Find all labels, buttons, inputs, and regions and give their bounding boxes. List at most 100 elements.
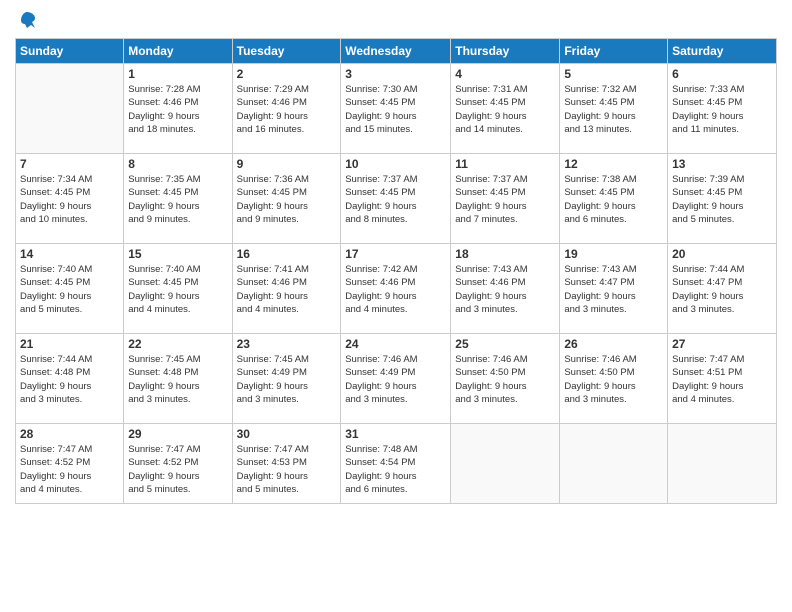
calendar-cell: 2 Sunrise: 7:29 AM Sunset: 4:46 PM Daylig…: [232, 64, 341, 154]
calendar-cell: 3 Sunrise: 7:30 AM Sunset: 4:45 PM Daylig…: [341, 64, 451, 154]
day-info: Sunrise: 7:48 AM Sunset: 4:54 PM Dayligh…: [345, 443, 446, 496]
day-number: 6: [672, 67, 772, 81]
calendar-cell: 11 Sunrise: 7:37 AM Sunset: 4:45 PM Dayli…: [451, 154, 560, 244]
day-number: 16: [237, 247, 337, 261]
day-number: 27: [672, 337, 772, 351]
calendar-cell: 27Sunrise: 7:47 AM Sunset: 4:51 PM Dayli…: [668, 334, 777, 424]
day-number: 8: [128, 157, 227, 171]
day-info: Sunrise: 7:35 AM Sunset: 4:45 PM Dayligh…: [128, 173, 227, 226]
day-info: Sunrise: 7:46 AM Sunset: 4:50 PM Dayligh…: [455, 353, 555, 406]
calendar-header-row: SundayMondayTuesdayWednesdayThursdayFrid…: [16, 39, 777, 64]
calendar-week-row: 21 Sunrise: 7:44 AM Sunset: 4:48 PM Dayli…: [16, 334, 777, 424]
calendar-cell: 25 Sunrise: 7:46 AM Sunset: 4:50 PM Dayli…: [451, 334, 560, 424]
day-info: Sunrise: 7:33 AM Sunset: 4:45 PM Dayligh…: [672, 83, 772, 136]
calendar-header-wednesday: Wednesday: [341, 39, 451, 64]
day-number: 14: [20, 247, 119, 261]
day-number: 5: [564, 67, 663, 81]
calendar-cell: 29 Sunrise: 7:47 AM Sunset: 4:52 PM Dayli…: [124, 424, 232, 504]
day-info: Sunrise: 7:44 AM Sunset: 4:48 PM Dayligh…: [20, 353, 119, 406]
calendar-cell: 28 Sunrise: 7:47 AM Sunset: 4:52 PM Dayli…: [16, 424, 124, 504]
day-info: Sunrise: 7:44 AM Sunset: 4:47 PM Dayligh…: [672, 263, 772, 316]
calendar-week-row: 14 Sunrise: 7:40 AM Sunset: 4:45 PM Dayli…: [16, 244, 777, 334]
day-number: 22: [128, 337, 227, 351]
calendar-cell: 13 Sunrise: 7:39 AM Sunset: 4:45 PM Dayli…: [668, 154, 777, 244]
calendar-cell: 1 Sunrise: 7:28 AM Sunset: 4:46 PM Daylig…: [124, 64, 232, 154]
calendar-cell: 24Sunrise: 7:46 AM Sunset: 4:49 PM Dayli…: [341, 334, 451, 424]
day-info: Sunrise: 7:47 AM Sunset: 4:52 PM Dayligh…: [20, 443, 119, 496]
calendar-header-monday: Monday: [124, 39, 232, 64]
calendar-header-saturday: Saturday: [668, 39, 777, 64]
page: SundayMondayTuesdayWednesdayThursdayFrid…: [0, 0, 792, 612]
day-info: Sunrise: 7:47 AM Sunset: 4:53 PM Dayligh…: [237, 443, 337, 496]
day-number: 9: [237, 157, 337, 171]
logo-bird-icon: [17, 10, 37, 30]
day-number: 12: [564, 157, 663, 171]
day-info: Sunrise: 7:46 AM Sunset: 4:49 PM Dayligh…: [345, 353, 446, 406]
calendar-cell: 31 Sunrise: 7:48 AM Sunset: 4:54 PM Dayli…: [341, 424, 451, 504]
calendar-cell: 12 Sunrise: 7:38 AM Sunset: 4:45 PM Dayli…: [560, 154, 668, 244]
calendar-cell: 16 Sunrise: 7:41 AM Sunset: 4:46 PM Dayli…: [232, 244, 341, 334]
calendar-cell: 23 Sunrise: 7:45 AM Sunset: 4:49 PM Dayli…: [232, 334, 341, 424]
calendar-cell: 8 Sunrise: 7:35 AM Sunset: 4:45 PM Daylig…: [124, 154, 232, 244]
calendar-header-thursday: Thursday: [451, 39, 560, 64]
day-number: 26: [564, 337, 663, 351]
day-info: Sunrise: 7:45 AM Sunset: 4:48 PM Dayligh…: [128, 353, 227, 406]
calendar-week-row: 1 Sunrise: 7:28 AM Sunset: 4:46 PM Daylig…: [16, 64, 777, 154]
calendar-cell: 22 Sunrise: 7:45 AM Sunset: 4:48 PM Dayli…: [124, 334, 232, 424]
calendar-cell: 4 Sunrise: 7:31 AM Sunset: 4:45 PM Daylig…: [451, 64, 560, 154]
calendar-header-sunday: Sunday: [16, 39, 124, 64]
day-number: 23: [237, 337, 337, 351]
day-info: Sunrise: 7:31 AM Sunset: 4:45 PM Dayligh…: [455, 83, 555, 136]
calendar-week-row: 28 Sunrise: 7:47 AM Sunset: 4:52 PM Dayli…: [16, 424, 777, 504]
day-info: Sunrise: 7:39 AM Sunset: 4:45 PM Dayligh…: [672, 173, 772, 226]
day-number: 10: [345, 157, 446, 171]
header: [15, 10, 777, 30]
day-info: Sunrise: 7:37 AM Sunset: 4:45 PM Dayligh…: [345, 173, 446, 226]
day-number: 13: [672, 157, 772, 171]
day-info: Sunrise: 7:47 AM Sunset: 4:52 PM Dayligh…: [128, 443, 227, 496]
day-info: Sunrise: 7:28 AM Sunset: 4:46 PM Dayligh…: [128, 83, 227, 136]
calendar-cell: 14 Sunrise: 7:40 AM Sunset: 4:45 PM Dayli…: [16, 244, 124, 334]
day-info: Sunrise: 7:30 AM Sunset: 4:45 PM Dayligh…: [345, 83, 446, 136]
day-info: Sunrise: 7:29 AM Sunset: 4:46 PM Dayligh…: [237, 83, 337, 136]
day-number: 4: [455, 67, 555, 81]
day-info: Sunrise: 7:41 AM Sunset: 4:46 PM Dayligh…: [237, 263, 337, 316]
calendar-cell: 7Sunrise: 7:34 AM Sunset: 4:45 PM Daylig…: [16, 154, 124, 244]
day-info: Sunrise: 7:36 AM Sunset: 4:45 PM Dayligh…: [237, 173, 337, 226]
calendar-cell: 17Sunrise: 7:42 AM Sunset: 4:46 PM Dayli…: [341, 244, 451, 334]
calendar-cell: [560, 424, 668, 504]
calendar-header-friday: Friday: [560, 39, 668, 64]
calendar-cell: 18Sunrise: 7:43 AM Sunset: 4:46 PM Dayli…: [451, 244, 560, 334]
calendar-cell: 9 Sunrise: 7:36 AM Sunset: 4:45 PM Daylig…: [232, 154, 341, 244]
calendar-cell: 6 Sunrise: 7:33 AM Sunset: 4:45 PM Daylig…: [668, 64, 777, 154]
day-info: Sunrise: 7:43 AM Sunset: 4:47 PM Dayligh…: [564, 263, 663, 316]
calendar-cell: [668, 424, 777, 504]
day-number: 21: [20, 337, 119, 351]
day-number: 3: [345, 67, 446, 81]
day-number: 28: [20, 427, 119, 441]
calendar: SundayMondayTuesdayWednesdayThursdayFrid…: [15, 38, 777, 504]
day-info: Sunrise: 7:43 AM Sunset: 4:46 PM Dayligh…: [455, 263, 555, 316]
day-info: Sunrise: 7:40 AM Sunset: 4:45 PM Dayligh…: [128, 263, 227, 316]
day-info: Sunrise: 7:40 AM Sunset: 4:45 PM Dayligh…: [20, 263, 119, 316]
day-info: Sunrise: 7:38 AM Sunset: 4:45 PM Dayligh…: [564, 173, 663, 226]
day-number: 20: [672, 247, 772, 261]
day-number: 11: [455, 157, 555, 171]
day-info: Sunrise: 7:45 AM Sunset: 4:49 PM Dayligh…: [237, 353, 337, 406]
calendar-cell: 30Sunrise: 7:47 AM Sunset: 4:53 PM Dayli…: [232, 424, 341, 504]
day-number: 29: [128, 427, 227, 441]
day-number: 31: [345, 427, 446, 441]
day-info: Sunrise: 7:37 AM Sunset: 4:45 PM Dayligh…: [455, 173, 555, 226]
day-number: 15: [128, 247, 227, 261]
calendar-header-tuesday: Tuesday: [232, 39, 341, 64]
calendar-cell: 26Sunrise: 7:46 AM Sunset: 4:50 PM Dayli…: [560, 334, 668, 424]
calendar-cell: 5Sunrise: 7:32 AM Sunset: 4:45 PM Daylig…: [560, 64, 668, 154]
day-number: 7: [20, 157, 119, 171]
day-number: 2: [237, 67, 337, 81]
day-number: 1: [128, 67, 227, 81]
calendar-cell: 15 Sunrise: 7:40 AM Sunset: 4:45 PM Dayli…: [124, 244, 232, 334]
day-number: 17: [345, 247, 446, 261]
calendar-cell: 10 Sunrise: 7:37 AM Sunset: 4:45 PM Dayli…: [341, 154, 451, 244]
day-number: 25: [455, 337, 555, 351]
calendar-cell: 20 Sunrise: 7:44 AM Sunset: 4:47 PM Dayli…: [668, 244, 777, 334]
